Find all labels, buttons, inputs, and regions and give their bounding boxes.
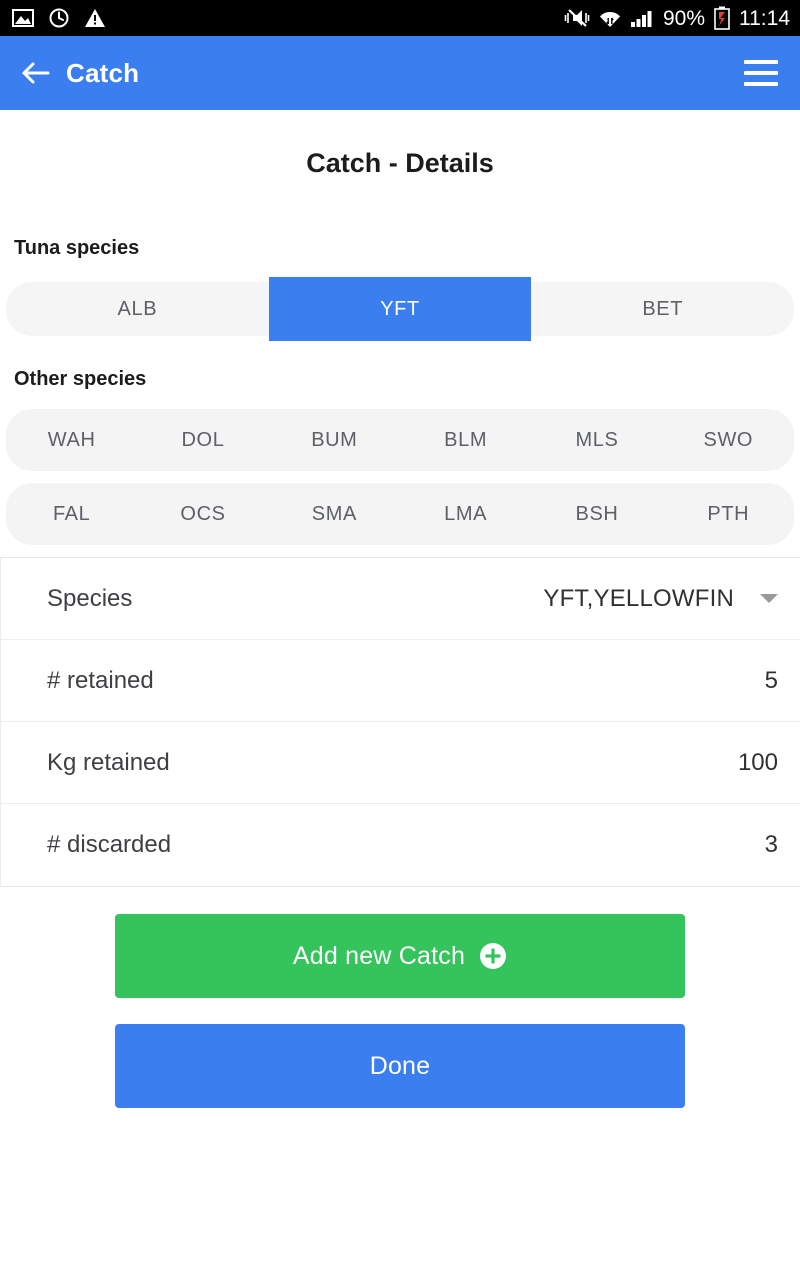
wifi-icon bbox=[599, 12, 620, 27]
detail-row-num-discarded[interactable]: # discarded 3 bbox=[1, 804, 800, 886]
battery-percent-label: 90% bbox=[662, 6, 705, 30]
chevron-down-icon[interactable] bbox=[760, 594, 778, 603]
other-species-row-1: WAH DOL BUM BLM MLS SWO bbox=[6, 409, 794, 471]
detail-value-species[interactable]: YFT,YELLOWFIN bbox=[543, 585, 778, 613]
app-bar: Catch bbox=[0, 36, 800, 110]
species-chip-lma[interactable]: LMA bbox=[400, 483, 531, 545]
done-button-label: Done bbox=[369, 1051, 431, 1080]
tuna-option-bet[interactable]: BET bbox=[531, 282, 794, 336]
mute-vibrate-icon bbox=[564, 9, 590, 27]
detail-row-kg-retained[interactable]: Kg retained 100 bbox=[1, 722, 800, 804]
species-selected-value: YFT,YELLOWFIN bbox=[543, 584, 734, 612]
back-arrow-icon[interactable] bbox=[18, 56, 52, 90]
action-buttons: Add new Catch Done bbox=[0, 914, 800, 1108]
species-chip-fal[interactable]: FAL bbox=[6, 483, 137, 545]
done-button[interactable]: Done bbox=[115, 1024, 685, 1108]
tuna-species-label: Tuna species bbox=[14, 237, 140, 259]
species-chip-pth[interactable]: PTH bbox=[663, 483, 794, 545]
other-species-label: Other species bbox=[14, 368, 147, 390]
plus-circle-icon bbox=[480, 943, 507, 969]
other-species-chips: WAH DOL BUM BLM MLS SWO FAL OCS SMA LMA … bbox=[0, 409, 800, 545]
detail-label-kg-retained: Kg retained bbox=[47, 748, 170, 776]
species-chip-wah[interactable]: WAH bbox=[6, 409, 137, 471]
detail-label-species: Species bbox=[47, 584, 133, 612]
detail-label-num-retained: # retained bbox=[47, 666, 154, 694]
alarm-icon bbox=[49, 8, 69, 28]
other-species-row-2: FAL OCS SMA LMA BSH PTH bbox=[6, 483, 794, 545]
page-content: Catch - Details Tuna species ALB YFT BET… bbox=[0, 110, 800, 1108]
species-chip-sma[interactable]: SMA bbox=[269, 483, 400, 545]
add-new-catch-button[interactable]: Add new Catch bbox=[115, 914, 685, 998]
species-chip-bsh[interactable]: BSH bbox=[531, 483, 662, 545]
clock-label: 11:14 bbox=[739, 6, 790, 30]
add-new-catch-label: Add new Catch bbox=[292, 941, 466, 970]
status-bar-right-icons: 90% 11:14 bbox=[564, 6, 790, 30]
status-bar: 90% 11:14 bbox=[0, 0, 800, 36]
tuna-option-yft[interactable]: YFT bbox=[268, 277, 532, 341]
species-chip-bum[interactable]: BUM bbox=[269, 409, 400, 471]
tuna-species-control-wrap: ALB YFT BET bbox=[0, 277, 800, 341]
species-chip-ocs[interactable]: OCS bbox=[137, 483, 268, 545]
battery-icon bbox=[714, 6, 730, 30]
tuna-species-segmented-control: ALB YFT BET bbox=[6, 277, 794, 341]
app-bar-title: Catch bbox=[66, 57, 140, 88]
detail-row-num-retained[interactable]: # retained 5 bbox=[1, 640, 800, 722]
warning-icon bbox=[85, 9, 105, 27]
tuna-option-alb[interactable]: ALB bbox=[6, 282, 269, 336]
detail-value-num-discarded[interactable]: 3 bbox=[765, 831, 778, 859]
species-chip-swo[interactable]: SWO bbox=[663, 409, 794, 471]
catch-details-list: Species YFT,YELLOWFIN # retained 5 Kg re… bbox=[0, 557, 800, 887]
species-chip-mls[interactable]: MLS bbox=[531, 409, 662, 471]
species-chip-blm[interactable]: BLM bbox=[400, 409, 531, 471]
hamburger-menu-icon[interactable] bbox=[744, 60, 778, 86]
page-title: Catch - Details bbox=[306, 148, 494, 178]
species-chip-dol[interactable]: DOL bbox=[137, 409, 268, 471]
status-bar-left-icons bbox=[12, 7, 106, 29]
detail-value-num-retained[interactable]: 5 bbox=[765, 667, 778, 695]
image-icon bbox=[12, 9, 34, 27]
detail-value-kg-retained[interactable]: 100 bbox=[738, 749, 778, 777]
detail-row-species[interactable]: Species YFT,YELLOWFIN bbox=[1, 558, 800, 640]
signal-icon bbox=[630, 11, 652, 27]
detail-label-num-discarded: # discarded bbox=[47, 831, 172, 858]
